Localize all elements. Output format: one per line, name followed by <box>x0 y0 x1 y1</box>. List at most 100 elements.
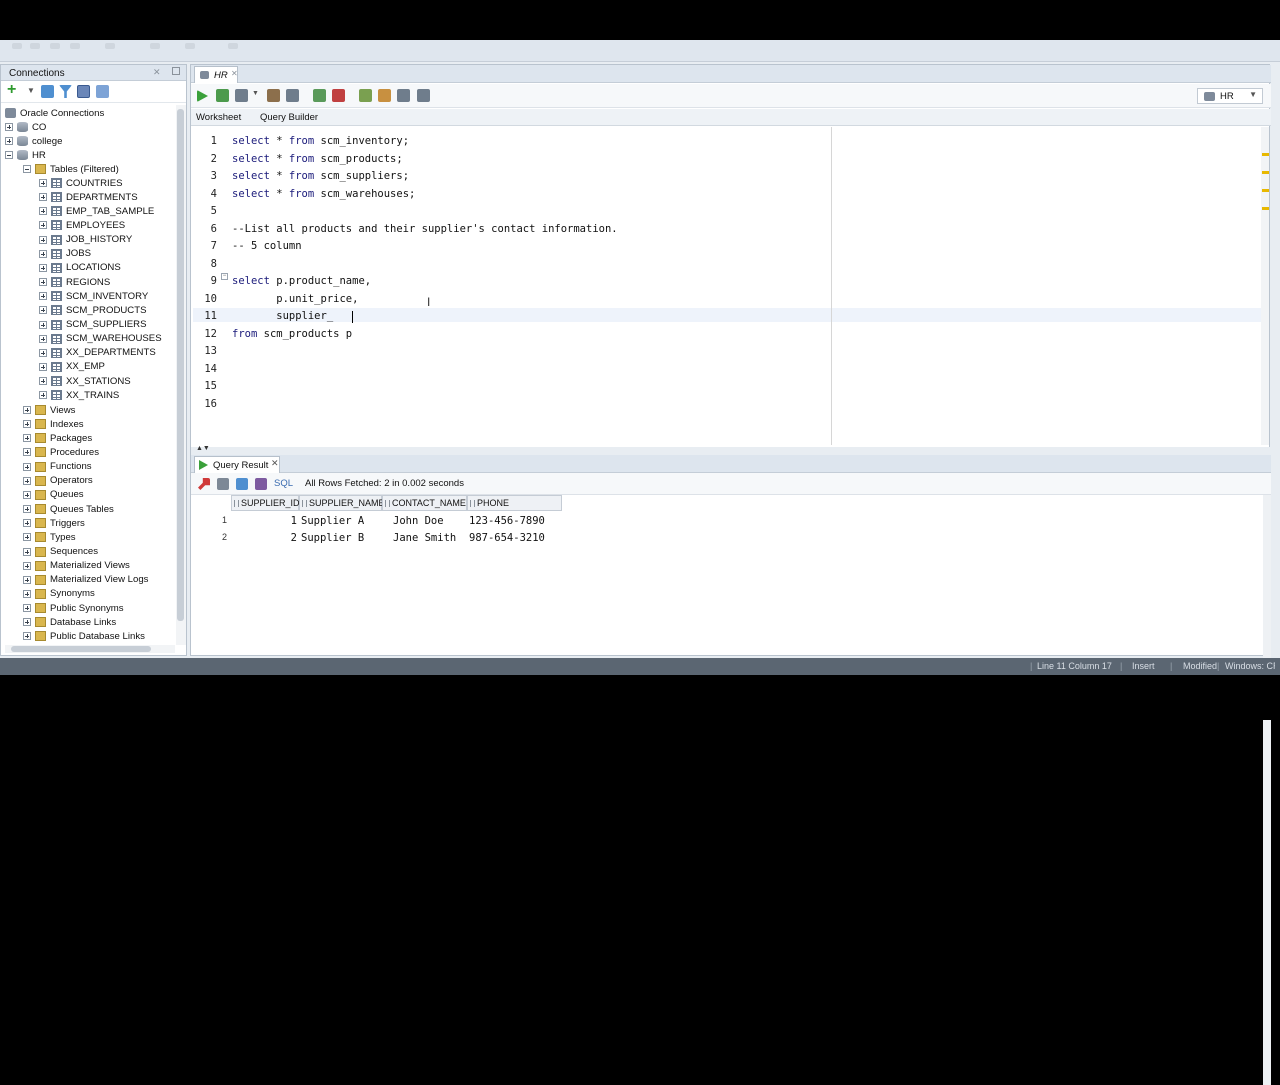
close-icon[interactable]: ✕ <box>231 69 238 78</box>
sql-tuning-icon[interactable] <box>286 89 299 102</box>
tree-item-object-type[interactable]: Materialized Views <box>23 559 130 573</box>
tree-item-table[interactable]: XX_DEPARTMENTS <box>39 346 156 360</box>
expand-icon[interactable] <box>39 348 47 357</box>
sql-editor[interactable]: 1 2 3 4 5 6 7 8 9 10 11 12 13 14 15 16 select * from sc… <box>193 127 1263 445</box>
close-icon[interactable]: ✕ <box>153 67 161 78</box>
tree-item-object-type[interactable]: Synonyms <box>23 587 95 601</box>
tab-query-result[interactable]: Query Result ✕ <box>194 456 280 473</box>
tree-item-object-type[interactable]: Operators <box>23 474 93 488</box>
tree-item-object-type[interactable]: Procedures <box>23 445 99 459</box>
tab-worksheet[interactable]: Worksheet <box>196 112 241 123</box>
cell-supplier-id[interactable]: 1 <box>231 515 297 527</box>
tree-item-object-type[interactable]: Functions <box>23 460 92 474</box>
cell-contact-name[interactable]: John Doe <box>393 515 444 527</box>
toolbar-icon[interactable] <box>50 43 60 49</box>
tree-item-table[interactable]: SCM_INVENTORY <box>39 289 148 303</box>
splitter-arrows-icon[interactable]: ▲▼ <box>196 445 210 452</box>
tree-item-object-type[interactable]: Public Synonyms <box>23 601 124 615</box>
tree-item-object-type[interactable]: Queues <box>23 488 84 502</box>
expand-icon[interactable] <box>23 604 31 613</box>
expand-icon[interactable] <box>39 193 47 202</box>
expand-icon[interactable] <box>5 123 13 131</box>
horizontal-scrollbar[interactable] <box>5 645 175 653</box>
expand-icon[interactable] <box>39 334 47 343</box>
run-script-icon[interactable] <box>216 89 229 102</box>
collapse-icon[interactable] <box>23 165 31 173</box>
sql-link[interactable]: SQL <box>274 478 293 489</box>
clear-icon[interactable] <box>378 89 391 102</box>
toolbar-icon[interactable] <box>70 43 80 49</box>
history-icon[interactable] <box>397 89 410 102</box>
tree-item-table[interactable]: JOBS <box>39 247 91 261</box>
expand-icon[interactable] <box>23 575 31 584</box>
column-header[interactable]: SUPPLIER_NAME <box>299 495 385 511</box>
expand-icon[interactable] <box>39 391 47 400</box>
cell-contact-name[interactable]: Jane Smith <box>393 532 456 544</box>
run-statement-icon[interactable] <box>197 90 208 102</box>
tree-item-object-type[interactable]: Triggers <box>23 516 85 530</box>
format-icon[interactable] <box>417 89 430 102</box>
unshared-sql-icon[interactable] <box>359 89 372 102</box>
tab-query-builder[interactable]: Query Builder <box>260 112 318 123</box>
expand-icon[interactable] <box>23 448 31 457</box>
row-number[interactable]: 1 <box>209 515 227 525</box>
expand-icon[interactable] <box>23 476 31 485</box>
tree-item-object-type[interactable]: Indexes <box>23 417 84 431</box>
tree-item-tables[interactable]: Tables (Filtered) <box>23 162 119 176</box>
clear-results-icon[interactable] <box>255 478 267 490</box>
tree-item-oracle-connections[interactable]: Oracle Connections <box>5 106 104 120</box>
expand-icon[interactable] <box>23 406 31 414</box>
print-icon[interactable] <box>217 478 229 490</box>
connection-selector[interactable]: HR ▼ <box>1197 88 1263 104</box>
insert-mode[interactable]: Insert <box>1132 661 1155 671</box>
expand-icon[interactable] <box>23 533 31 542</box>
collapse-icon[interactable] <box>96 85 109 98</box>
vertical-scrollbar[interactable] <box>1263 495 1271 1085</box>
toolbar-icon[interactable] <box>30 43 40 49</box>
toolbar-icon[interactable] <box>185 43 195 49</box>
refresh-icon[interactable] <box>41 85 54 98</box>
add-connection-icon[interactable]: + <box>7 81 20 98</box>
column-header[interactable]: PHONE <box>467 495 562 511</box>
cell-supplier-name[interactable]: Supplier A <box>301 515 364 527</box>
row-number[interactable]: 2 <box>209 532 227 542</box>
minimize-icon[interactable] <box>172 67 180 75</box>
expand-icon[interactable] <box>23 589 31 598</box>
overview-ruler[interactable] <box>1261 127 1269 445</box>
toolbar-icon[interactable] <box>228 43 238 49</box>
expand-icon[interactable] <box>39 362 47 371</box>
expand-icon[interactable] <box>39 235 47 244</box>
expand-icon[interactable] <box>23 434 31 443</box>
tree-item-object-type[interactable]: Types <box>23 530 76 544</box>
tree-item-table[interactable]: DEPARTMENTS <box>39 190 138 204</box>
pin-icon[interactable] <box>198 478 210 490</box>
toolbar-icon[interactable] <box>105 43 115 49</box>
close-icon[interactable]: ✕ <box>271 458 279 469</box>
column-header[interactable]: CONTACT_NAME <box>382 495 467 511</box>
expand-icon[interactable] <box>39 320 47 329</box>
expand-icon[interactable] <box>39 221 47 230</box>
tree-item-table[interactable]: REGIONS <box>39 275 110 289</box>
tree-item-object-type[interactable]: Views <box>23 403 75 417</box>
tree-item-table[interactable]: COUNTRIES <box>39 176 123 190</box>
tree-item-object-type[interactable]: Packages <box>23 431 92 445</box>
expand-icon[interactable] <box>23 618 31 627</box>
expand-icon[interactable] <box>39 306 47 315</box>
commit-icon[interactable] <box>313 89 326 102</box>
expand-icon[interactable] <box>23 420 31 429</box>
tree-item-connection[interactable]: college <box>5 134 62 148</box>
cell-phone[interactable]: 987-654-3210 <box>469 532 545 544</box>
explain-plan-icon[interactable] <box>267 89 280 102</box>
expand-icon[interactable] <box>5 137 13 145</box>
expand-icon[interactable] <box>23 490 31 499</box>
toolbar-icon[interactable] <box>150 43 160 49</box>
tree-item-connection[interactable]: HR <box>5 148 46 162</box>
schema-browser-icon[interactable] <box>77 85 90 98</box>
expand-icon[interactable] <box>23 462 31 471</box>
cell-supplier-name[interactable]: Supplier B <box>301 532 364 544</box>
expand-icon[interactable] <box>39 377 47 386</box>
expand-icon[interactable] <box>23 632 31 641</box>
tree-item-object-type[interactable]: Materialized View Logs <box>23 573 148 587</box>
expand-icon[interactable] <box>23 547 31 556</box>
tree-item-object-type[interactable]: Queues Tables <box>23 502 114 516</box>
